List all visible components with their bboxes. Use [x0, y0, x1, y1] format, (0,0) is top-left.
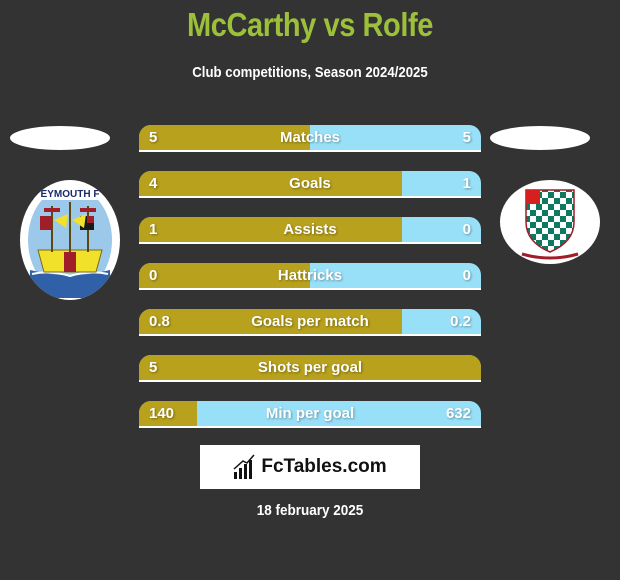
right-value: 1 [462, 175, 471, 192]
logo-text: FcTables.com [261, 456, 387, 477]
weymouth-crest-icon: EYMOUTH F [28, 186, 112, 298]
stat-label: Goals [289, 175, 331, 192]
stat-row-shots-per-goal: 5 Shots per goal [139, 355, 481, 382]
stat-label: Hattricks [277, 267, 343, 284]
stat-row-hattricks: 0 Hattricks 0 [139, 263, 481, 290]
left-club-badge[interactable]: EYMOUTH F [20, 180, 120, 300]
right-club-badge[interactable] [500, 180, 600, 264]
bar-chart-icon [233, 454, 255, 479]
stat-row-assists: 1 Assists 0 [139, 217, 481, 244]
fctables-logo[interactable]: FcTables.com [200, 445, 420, 489]
right-value: 632 [445, 405, 471, 422]
right-value: 0 [462, 267, 471, 284]
stat-label: Goals per match [251, 313, 369, 330]
stat-row-min-per-goal: 140 Min per goal 632 [139, 401, 481, 428]
stat-label: Shots per goal [257, 359, 363, 376]
stat-row-goals: 4 Goals 1 [139, 171, 481, 198]
right-player-oval [490, 126, 590, 150]
page-title: McCarthy vs Rolfe [187, 6, 433, 43]
chesham-united-crest-icon [521, 189, 579, 260]
stat-row-matches: 5 Matches 5 [139, 125, 481, 152]
date-label: 18 february 2025 [256, 502, 364, 519]
stat-label: Assists [283, 221, 337, 238]
right-value: 0 [462, 221, 471, 238]
stat-row-goals-per-match: 0.8 Goals per match 0.2 [139, 309, 481, 336]
season-subtitle: Club competitions, Season 2024/2025 [192, 64, 428, 81]
left-player-oval [10, 126, 110, 150]
stat-label: Matches [279, 129, 341, 146]
badge-text: EYMOUTH F [41, 189, 100, 200]
right-value: 5 [462, 129, 471, 146]
stat-label: Min per goal [265, 405, 355, 422]
right-value: 0.2 [450, 313, 471, 330]
